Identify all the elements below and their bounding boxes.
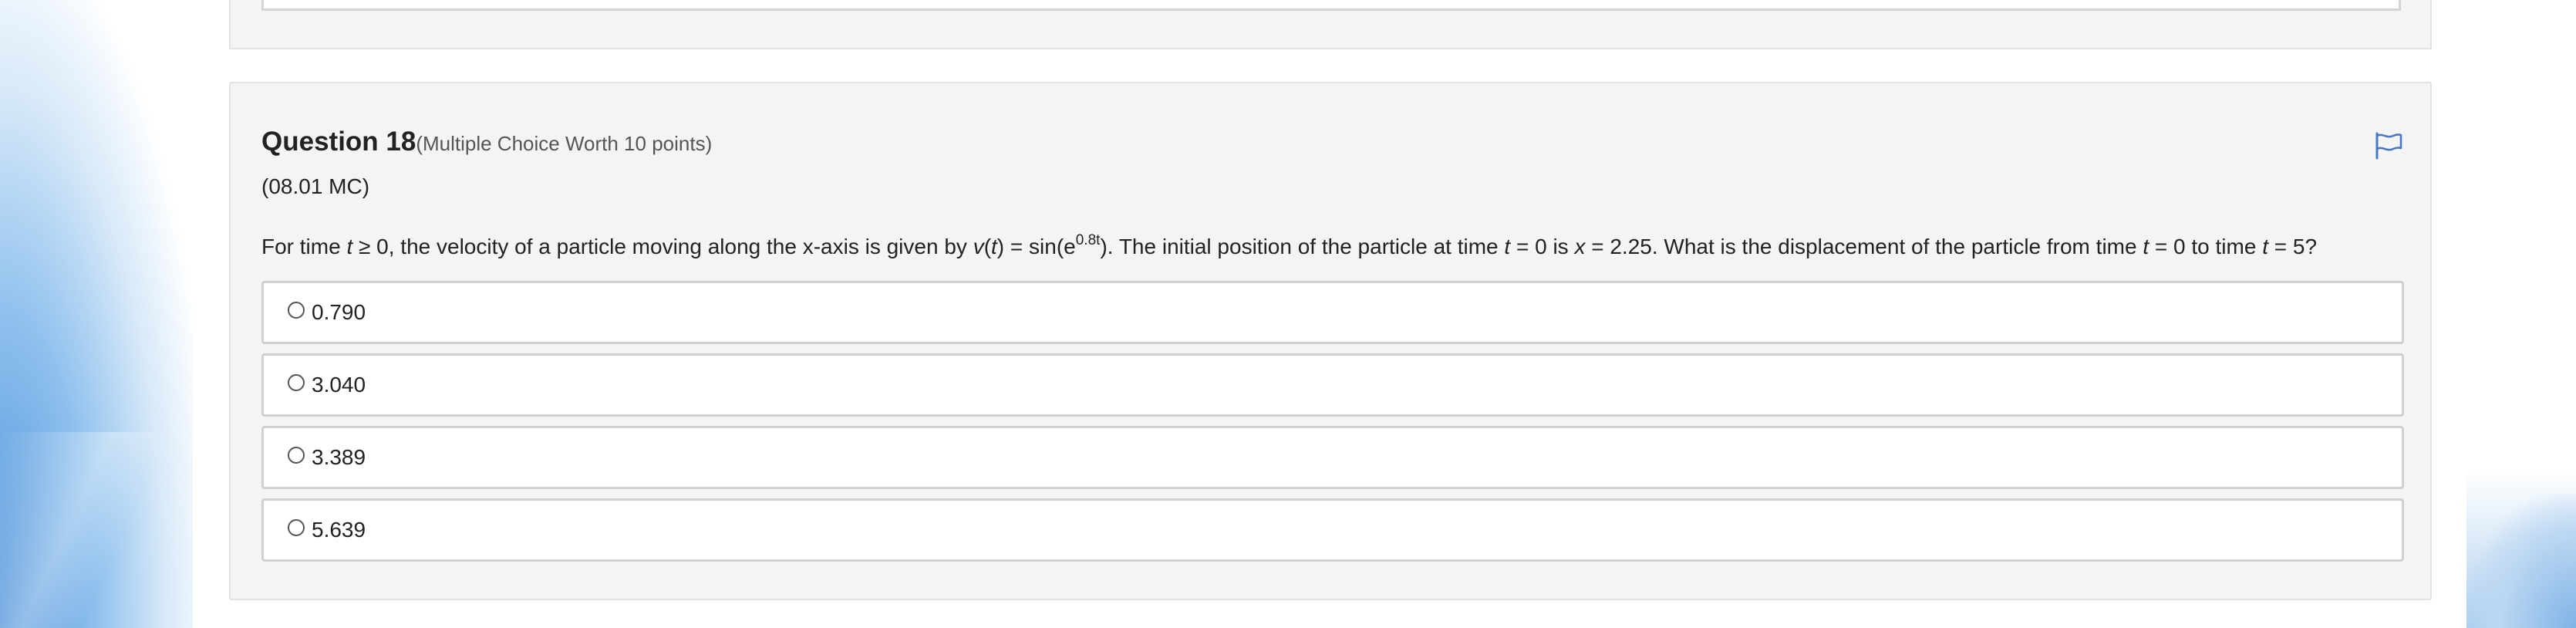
- previous-question-panel: [229, 0, 2432, 49]
- answer-choice[interactable]: 3.389: [261, 426, 2404, 489]
- answer-choice-label: 3.389: [312, 445, 366, 469]
- background-right-curve: [2466, 494, 2576, 628]
- answer-choice-label: 5.639: [312, 518, 366, 542]
- background-left-streak: [0, 432, 193, 628]
- answer-choice-label: 0.790: [312, 300, 366, 324]
- radio-button[interactable]: [288, 447, 305, 464]
- question-header: Question 18(Multiple Choice Worth 10 poi…: [261, 127, 712, 157]
- radio-button[interactable]: [288, 519, 305, 536]
- answer-choice[interactable]: 3.040: [261, 353, 2404, 417]
- question-text: For time t ≥ 0, the velocity of a partic…: [261, 232, 2318, 258]
- answer-choice-label: 3.040: [312, 373, 366, 397]
- answer-choice[interactable]: 5.639: [261, 498, 2404, 562]
- answer-choice[interactable]: 0.790: [261, 281, 2404, 344]
- question-code: (08.01 MC): [261, 174, 370, 198]
- radio-button[interactable]: [288, 302, 305, 319]
- answer-choices: 0.790 3.040 3.389 5.639: [261, 281, 2404, 571]
- question-panel: Question 18(Multiple Choice Worth 10 poi…: [229, 82, 2432, 600]
- previous-question-answer-box: [261, 0, 2401, 11]
- question-worth: (Multiple Choice Worth 10 points): [416, 132, 713, 155]
- flag-icon[interactable]: [2373, 130, 2404, 160]
- question-title: Question 18: [261, 127, 416, 157]
- radio-button[interactable]: [288, 374, 305, 391]
- page-content: Question 18(Multiple Choice Worth 10 poi…: [193, 0, 2466, 628]
